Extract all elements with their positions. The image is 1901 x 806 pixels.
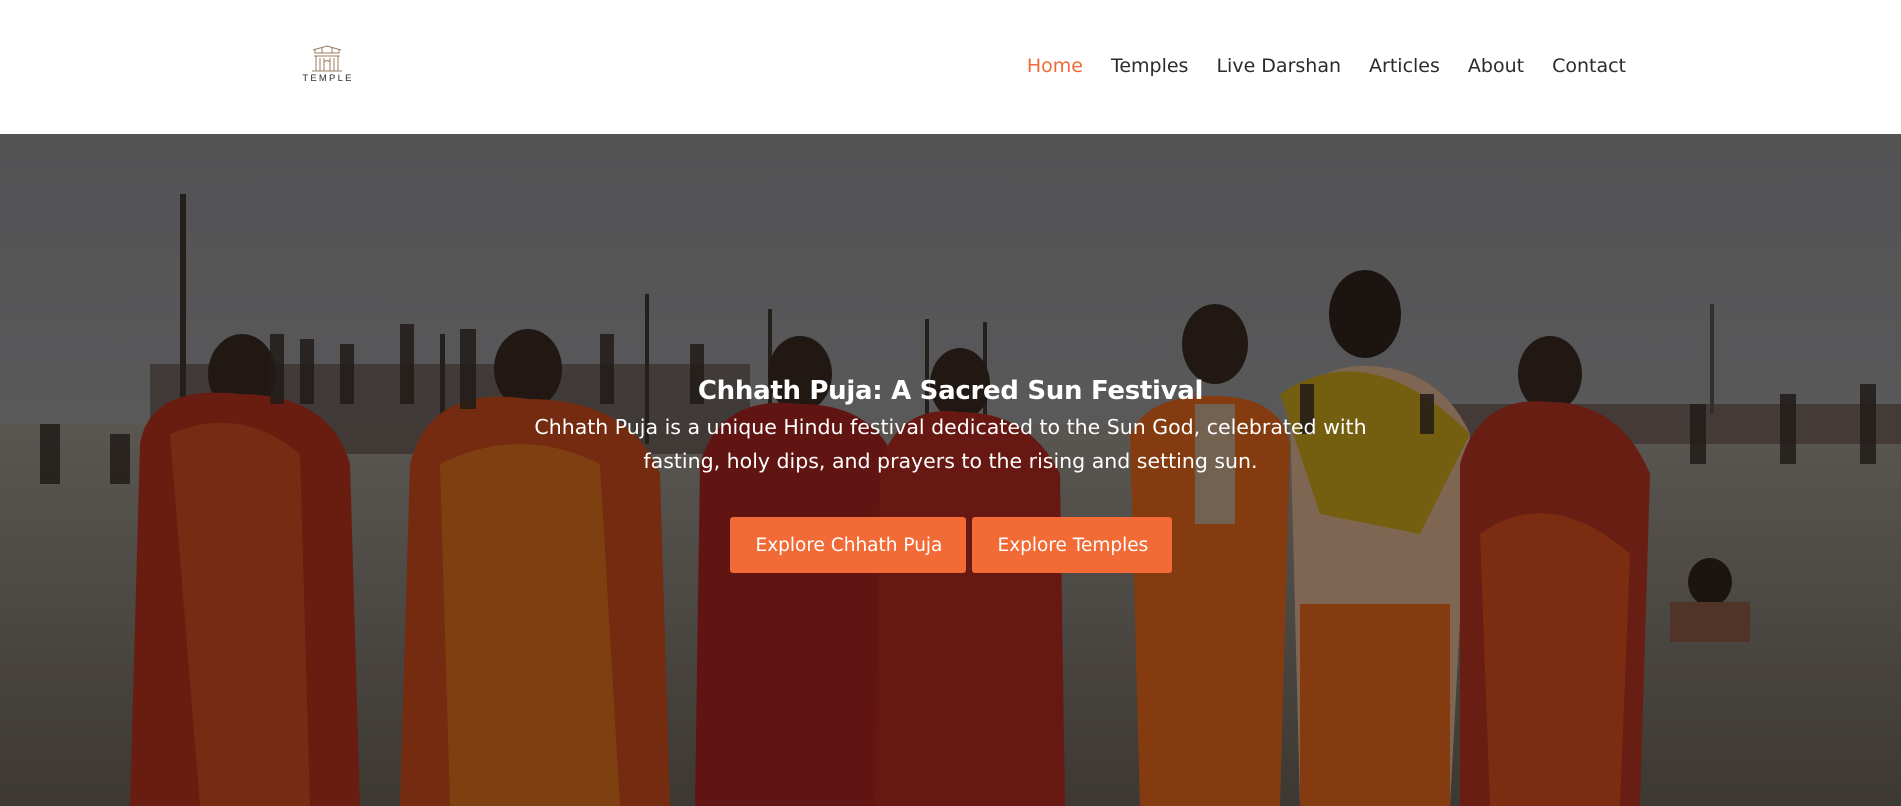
nav-item-home[interactable]: Home <box>1027 52 1083 80</box>
nav-item-temples[interactable]: Temples <box>1111 52 1189 80</box>
hero-section: Chhath Puja: A Sacred Sun Festival Chhat… <box>0 134 1901 806</box>
temple-logo-icon <box>312 45 342 72</box>
hero-title: Chhath Puja: A Sacred Sun Festival <box>697 376 1204 406</box>
explore-chhath-puja-button[interactable]: Explore Chhath Puja <box>729 517 966 573</box>
logo-text: TEMPLE <box>302 73 354 84</box>
hero-content: Chhath Puja: A Sacred Sun Festival Chhat… <box>0 374 1901 573</box>
nav-item-about[interactable]: About <box>1468 52 1524 80</box>
nav-item-live-darshan[interactable]: Live Darshan <box>1216 52 1341 80</box>
main-nav: Home Temples Live Darshan Articles About… <box>999 52 1626 80</box>
nav-item-contact[interactable]: Contact <box>1552 52 1626 80</box>
explore-temples-button[interactable]: Explore Temples <box>971 517 1172 573</box>
hero-buttons: Explore Chhath Puja Explore Temples <box>0 517 1901 573</box>
logo[interactable]: TEMPLE <box>290 44 364 90</box>
nav-item-articles[interactable]: Articles <box>1369 52 1440 80</box>
hero-description: Chhath Puja is a unique Hindu festival d… <box>534 415 1367 473</box>
site-header: TEMPLE Home Temples Live Darshan Article… <box>0 0 1901 134</box>
